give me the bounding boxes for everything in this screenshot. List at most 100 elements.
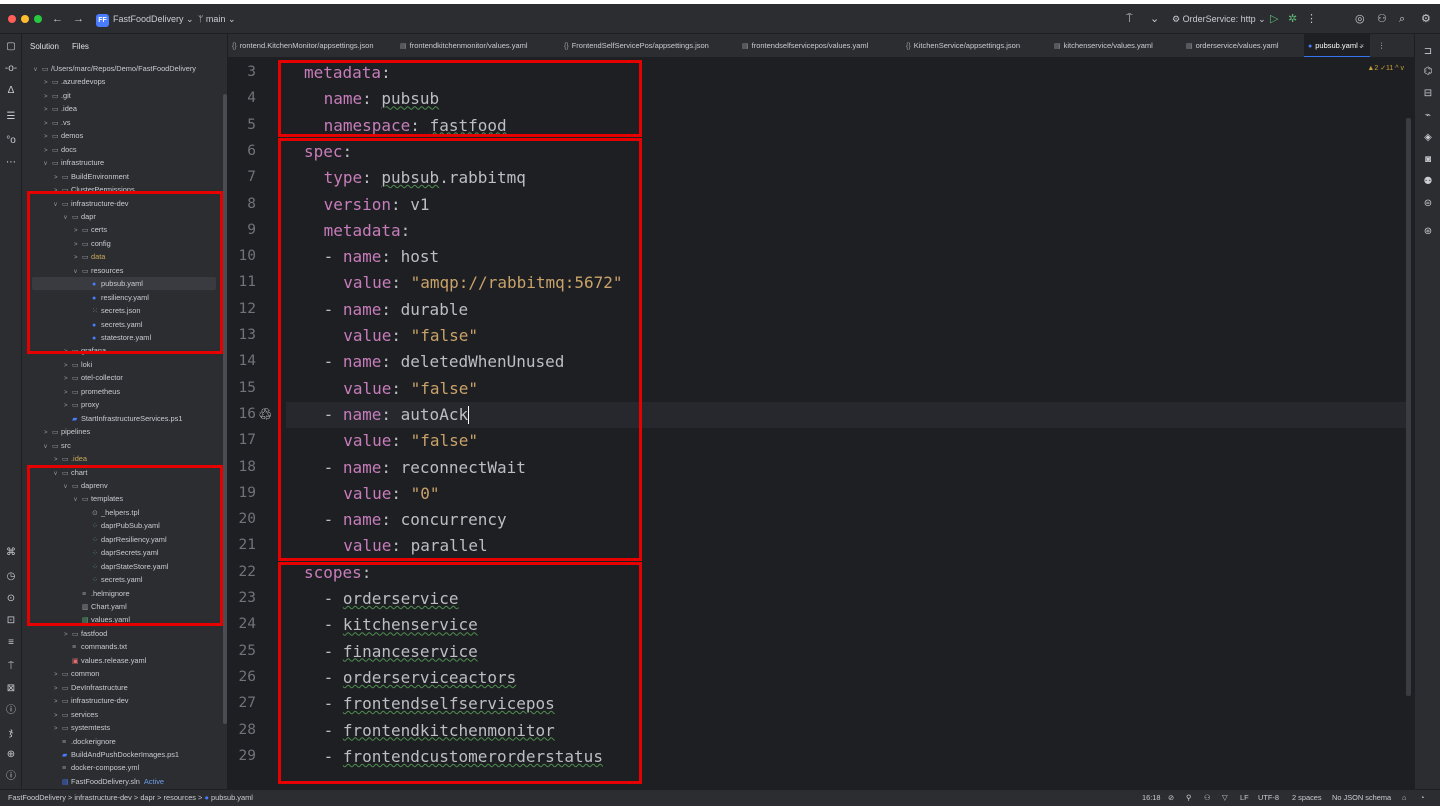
- tree-file-item[interactable]: ▣ values.release.yaml: [22, 654, 227, 667]
- code-line[interactable]: scopes:: [304, 563, 371, 582]
- structure-icon[interactable]: ☰: [4, 110, 18, 124]
- code-line[interactable]: - name: reconnectWait: [324, 458, 526, 477]
- nuget-icon[interactable]: ◈: [1422, 132, 1434, 143]
- tree-file-item[interactable]: ● secrets.yaml: [22, 318, 227, 331]
- search-icon[interactable]: ⌕: [1399, 12, 1405, 26]
- code-line[interactable]: value: "false": [343, 326, 478, 345]
- tree-folder-item[interactable]: v ▭ src: [22, 439, 227, 452]
- code-line[interactable]: - financeservice: [324, 642, 478, 661]
- json-schema-selector[interactable]: No JSON schema: [1332, 790, 1391, 806]
- build-icon[interactable]: ⍑: [1126, 12, 1133, 26]
- database-icon[interactable]: ⊟: [1422, 88, 1434, 99]
- todo-icon[interactable]: ≡: [4, 636, 18, 650]
- ai-status-icon[interactable]: ⚇: [1204, 790, 1211, 806]
- code-line[interactable]: - name: autoAck: [324, 405, 470, 425]
- tree-file-item[interactable]: ● statestore.yaml: [22, 331, 227, 344]
- code-line[interactable]: - name: host: [324, 247, 440, 266]
- dpa-icon[interactable]: ⊜: [1422, 198, 1434, 209]
- account-icon[interactable]: ⚇: [1377, 12, 1387, 26]
- code-line[interactable]: version: v1: [324, 195, 430, 214]
- tree-folder-item[interactable]: v ▭/Users/marc/Repos/Demo/FastFoodDeliver…: [22, 62, 227, 75]
- tree-folder-item[interactable]: v ▭ daprenv: [22, 479, 227, 492]
- ai-assistant-icon[interactable]: ♲: [258, 405, 272, 425]
- breadcrumb-item[interactable]: resources: [164, 793, 196, 802]
- endpoints-icon[interactable]: ⊕: [4, 748, 18, 762]
- tree-file-item[interactable]: ● pubsub.yaml: [32, 277, 216, 291]
- debug-icon[interactable]: ⊙: [4, 592, 18, 606]
- tree-folder-item[interactable]: > ▭ ClusterPermissions: [22, 183, 227, 196]
- tree-folder-item[interactable]: > ▭ systemtests: [22, 721, 227, 734]
- code-editor[interactable]: 3 4 5 6 7 8 9 10 11 12 13 14 15 16 17 18 19 20 21 22 23 24 25 2…: [228, 58, 1414, 789]
- tree-folder-item[interactable]: v ▭ infrastructure-dev: [22, 197, 227, 210]
- code-line[interactable]: value: "false": [343, 431, 478, 450]
- inspection-widget[interactable]: ▲2 ✓11 ^ v: [1367, 64, 1404, 72]
- settings-gear-icon[interactable]: ⚙: [1421, 12, 1431, 26]
- commit-icon[interactable]: -o-: [4, 62, 18, 76]
- bookmarks-icon[interactable]: °o: [4, 134, 18, 148]
- chevron-down-icon[interactable]: ⌄: [1358, 34, 1364, 57]
- problems-icon[interactable]: ⊠: [4, 682, 18, 696]
- code-line[interactable]: - name: concurrency: [324, 510, 507, 529]
- tree-folder-item[interactable]: > ▭ config: [22, 237, 227, 250]
- debug-icon[interactable]: ✲: [1288, 12, 1297, 26]
- notifications-icon[interactable]: ⊐: [1422, 46, 1434, 57]
- tree-file-item[interactable]: ⁘ daprResiliency.yaml: [22, 533, 227, 546]
- code-line[interactable]: value: "false": [343, 379, 478, 398]
- tree-folder-item[interactable]: v ▭ chart: [22, 466, 227, 479]
- tree-folder-item[interactable]: > ▭ grafana: [22, 344, 227, 357]
- code-line[interactable]: value: "amqp://rabbitmq:5672": [343, 273, 622, 292]
- memory-indicator-icon[interactable]: ◔: [1420, 790, 1424, 806]
- tree-folder-item[interactable]: > ▭ common: [22, 667, 227, 680]
- back-arrow-icon[interactable]: ←: [52, 12, 63, 26]
- tree-file-item[interactable]: ▰ StartInfrastructureServices.ps1: [22, 412, 227, 425]
- tree-folder-item[interactable]: v ▭ infrastructure: [22, 156, 227, 169]
- tree-folder-item[interactable]: > ▭ DevInfrastructure: [22, 681, 227, 694]
- tree-folder-item[interactable]: > ▭ .idea: [22, 102, 227, 115]
- editor-tab[interactable]: {} rontend.KitchenMonitor/appsettings.jso…: [232, 34, 374, 57]
- breadcrumb-item[interactable]: infrastructure-dev: [74, 793, 132, 802]
- power-save-icon[interactable]: ⚲: [1186, 790, 1191, 806]
- code-line[interactable]: spec:: [304, 142, 352, 161]
- cursor-position[interactable]: 16:18: [1142, 790, 1161, 806]
- tree-folder-item[interactable]: > ▭ .vs: [22, 116, 227, 129]
- tree-folder-item[interactable]: > ▭ services: [22, 708, 227, 721]
- version-control-icon[interactable]: ⓘ: [4, 704, 18, 718]
- indent-setting[interactable]: 2 spaces: [1292, 790, 1322, 806]
- tree-folder-item[interactable]: v ▭ resources: [22, 264, 227, 277]
- code-line[interactable]: - name: deletedWhenUnused: [324, 352, 565, 371]
- tree-folder-item[interactable]: > ▭ .idea: [22, 452, 227, 465]
- file-encoding[interactable]: UTF-8: [1258, 790, 1279, 806]
- ai-assistant-icon[interactable]: ⌬: [1422, 66, 1434, 77]
- project-panel-scrollbar[interactable]: [223, 94, 227, 724]
- code-line[interactable]: value: parallel: [343, 536, 488, 555]
- tree-file-item[interactable]: ⁙ secrets.json: [22, 304, 227, 317]
- vcs-status-icon[interactable]: ▽: [1222, 790, 1228, 806]
- run-icon[interactable]: ◷: [4, 570, 18, 584]
- run-icon[interactable]: ▷: [1270, 12, 1278, 26]
- editor-tab[interactable]: {} KitchenService/appsettings.json: [906, 34, 1020, 57]
- tree-file-item[interactable]: ▤ values.yaml: [22, 613, 227, 626]
- tree-folder-item[interactable]: > ▭ proxy: [22, 398, 227, 411]
- more-options-icon[interactable]: ⋮: [1378, 34, 1386, 57]
- editor-tab[interactable]: ▤ orderservice/values.yaml: [1186, 34, 1279, 57]
- code-line[interactable]: - frontendcustomerorderstatus: [324, 747, 603, 766]
- tab-solution[interactable]: Solution: [30, 42, 59, 51]
- tree-file-item[interactable]: ≡ .dockerignore: [22, 735, 227, 748]
- chevron-down-icon[interactable]: ⌄: [1150, 12, 1159, 26]
- tree-folder-item[interactable]: > ▭ demos: [22, 129, 227, 142]
- tree-file-item[interactable]: ≡ .helmignore: [22, 587, 227, 600]
- close-window-button[interactable]: [8, 15, 16, 23]
- tree-file-item[interactable]: ▰ BuildAndPushDockerImages.ps1: [22, 748, 227, 761]
- breadcrumb-item[interactable]: FastFoodDelivery: [8, 793, 66, 802]
- terminal-icon[interactable]: ⍑: [4, 660, 18, 674]
- maximize-window-button[interactable]: [34, 15, 42, 23]
- code-line[interactable]: metadata:: [304, 63, 391, 82]
- plugins-icon[interactable]: ⌘: [4, 546, 18, 560]
- tree-folder-item[interactable]: > ▭ prometheus: [22, 385, 227, 398]
- code-line[interactable]: - kitchenservice: [324, 615, 478, 634]
- tree-file-item[interactable]: ▥ Chart.yaml: [22, 600, 227, 613]
- tree-folder-item[interactable]: > ▭ fastfood: [22, 627, 227, 640]
- code-line[interactable]: - frontendselfservicepos: [324, 694, 555, 713]
- tree-folder-item[interactable]: > ▭ certs: [22, 223, 227, 236]
- code-line[interactable]: - name: durable: [324, 300, 469, 319]
